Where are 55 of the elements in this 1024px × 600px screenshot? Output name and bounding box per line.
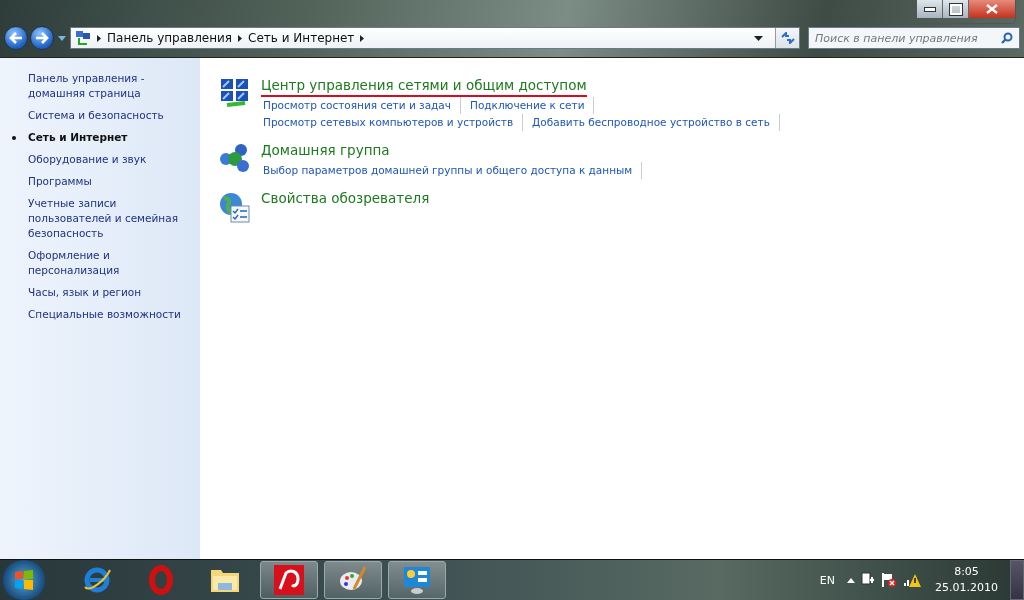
sidebar-link[interactable]: Специальные возможности [28,307,190,322]
control-panel-icon [402,565,432,595]
category-title-link[interactable]: Домашняя группа [261,141,390,162]
start-button[interactable] [2,560,46,600]
back-button[interactable] [4,26,28,50]
flag-error-icon[interactable] [881,572,897,588]
taskbar-app-button[interactable] [260,561,318,599]
task-link[interactable]: Просмотр сетевых компьютеров и устройств [261,114,524,131]
dropdown-arrow-icon[interactable] [754,35,763,41]
back-arrow-icon [9,32,23,44]
windows-logo-icon [13,569,35,591]
category-title-link[interactable]: Центр управления сетями и общим доступом [261,76,587,97]
breadcrumb-item[interactable]: Панель управления [107,31,233,45]
sidebar-link[interactable]: Оборудование и звук [28,152,190,167]
network-icon [75,30,91,46]
close-button[interactable] [969,0,1015,18]
search-field[interactable]: Поиск в панели управления [808,27,1020,49]
breadcrumb-item[interactable]: Сеть и Интернет [248,31,355,45]
breadcrumb-arrow-icon[interactable] [97,34,101,42]
breadcrumb-arrow-icon[interactable] [238,34,243,42]
sidebar-link[interactable]: Часы, язык и регион [28,285,190,300]
clock[interactable]: 8:05 25.01.2010 [935,564,998,596]
taskbar-app-button[interactable] [388,561,446,599]
refresh-button[interactable] [775,28,799,48]
task-link[interactable]: Выбор параметров домашней группы и общего доступа к данным [261,162,643,179]
taskbar-app-button[interactable] [324,561,382,599]
sidebar-link[interactable]: Программы [28,174,190,189]
clock-date: 25.01.2010 [935,580,998,596]
forward-button[interactable] [30,26,54,50]
refresh-arrows-icon [780,32,795,44]
task-link[interactable]: Добавить беспроводное устройство в сеть [530,114,780,131]
breadcrumb-arrow-icon[interactable] [360,34,365,42]
task-link[interactable]: Подключение к сети [468,97,595,114]
show-hidden-icons-arrow-icon[interactable] [847,577,855,583]
language-indicator[interactable]: EN [819,573,835,587]
sidebar-link[interactable]: Учетные записи пользователей и семейная безопасность [28,196,190,241]
category-title-link[interactable]: Свойства обозревателя [261,189,430,210]
sidebar-link[interactable]: Система и безопасность [28,108,190,123]
sidebar-link[interactable]: Панель управления - домашняя страница [28,71,190,101]
sidebar-link[interactable]: Сеть и Интернет [28,130,190,145]
minimize-button[interactable] [917,0,943,18]
restore-button[interactable] [943,0,969,18]
letter-o-logo-icon [149,565,173,595]
forward-arrow-icon [35,32,49,44]
signal-warning-icon[interactable] [903,572,921,588]
search-icon [1001,32,1013,44]
history-dropdown-icon[interactable] [58,35,66,41]
globe-checklist-icon [219,191,251,223]
address-bar[interactable]: Панель управления Сеть и Интернет [70,27,800,49]
task-link[interactable]: Просмотр состояния сети и задач [261,97,461,114]
sidebar-link[interactable]: Оформление и персонализация [28,248,190,278]
homegroup-spheres-icon [219,143,251,173]
clock-time: 8:05 [954,564,979,580]
e-letter-icon [82,565,112,595]
close-icon [986,4,998,14]
